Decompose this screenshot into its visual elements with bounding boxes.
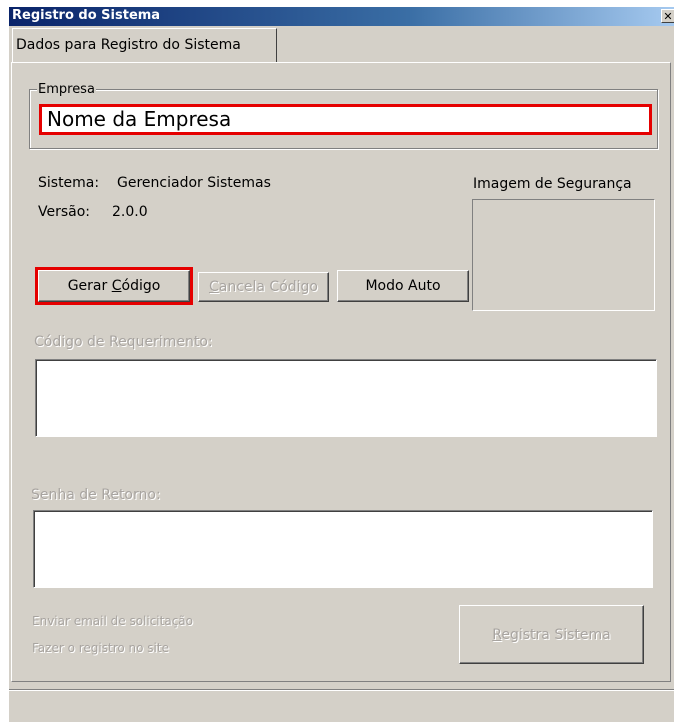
modo-auto-button[interactable]: Modo Auto: [337, 270, 469, 302]
close-icon[interactable]: ✕: [661, 9, 674, 23]
sistema-label: Sistema:: [38, 175, 100, 191]
registra-sistema-button[interactable]: Registra Sistema: [459, 605, 644, 664]
versao-label: Versão:: [38, 204, 91, 220]
empresa-input[interactable]: Nome da Empresa: [39, 104, 652, 135]
enviar-email-link[interactable]: Enviar email de solicitação: [32, 614, 193, 628]
senha-retorno-textarea[interactable]: [33, 510, 653, 588]
window-title: Registro do Sistema: [12, 8, 161, 23]
gerar-codigo-mnemonic: C: [111, 278, 122, 294]
gerar-codigo-button[interactable]: Gerar Código: [35, 267, 193, 305]
tab-dados-registro[interactable]: Dados para Registro do Sistema: [12, 28, 277, 62]
registra-sistema-mnemonic: R: [492, 626, 502, 643]
gerar-codigo-label-rest: ódigo: [121, 278, 161, 294]
codigo-requerimento-label: Código de Requerimento:: [34, 334, 213, 350]
registro-site-link[interactable]: Fazer o registro no site: [32, 641, 169, 655]
security-image: [472, 199, 655, 311]
registra-sistema-label-rest: egistra Sistema: [501, 626, 611, 643]
cancela-codigo-mnemonic: C: [208, 279, 219, 295]
registro-window: Registro do Sistema ✕ Dados para Registr…: [8, 7, 674, 722]
title-bar: Registro do Sistema ✕: [9, 7, 674, 26]
gerar-codigo-label-part: Gerar: [67, 278, 112, 294]
imagem-seguranca-label: Imagem de Segurança: [473, 176, 632, 192]
empresa-group-label: Empresa: [37, 82, 96, 97]
versao-value: 2.0.0: [112, 204, 148, 220]
status-bar: [9, 689, 674, 722]
senha-retorno-label: Senha de Retorno:: [31, 487, 161, 503]
cancela-codigo-button[interactable]: Cancela Código: [198, 272, 329, 302]
cancela-codigo-label-rest: ancela Código: [218, 279, 319, 295]
sistema-value: Gerenciador Sistemas: [117, 175, 271, 191]
codigo-requerimento-textarea[interactable]: [35, 359, 657, 437]
tab-label: Dados para Registro do Sistema: [16, 37, 241, 53]
